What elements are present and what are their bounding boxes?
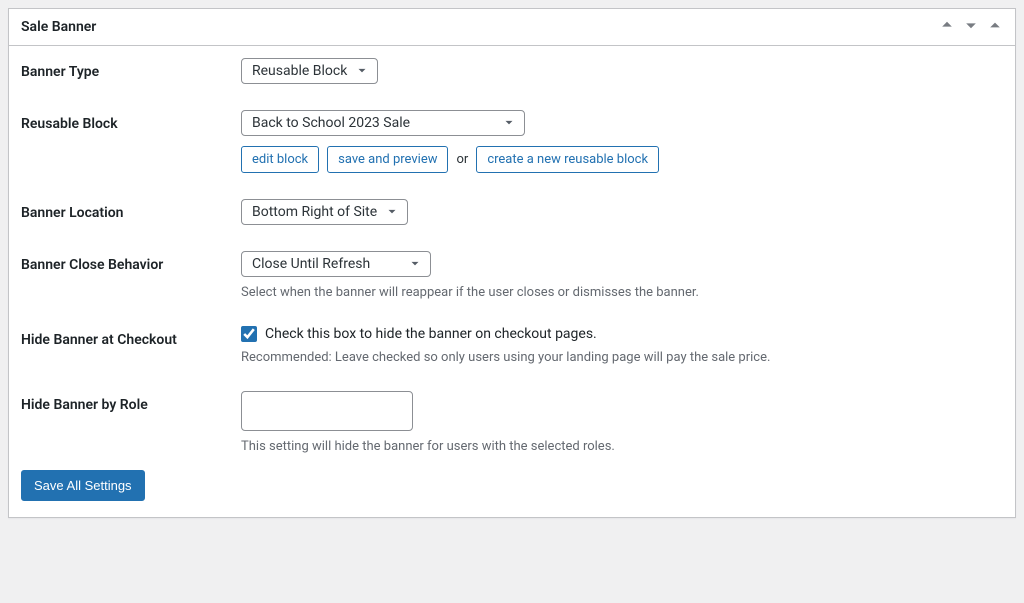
hide-banner-checkout-row: Hide Banner at Checkout Check this box t…	[21, 326, 1003, 365]
banner-location-select[interactable]: Bottom Right of Site	[241, 199, 408, 225]
or-text: or	[456, 152, 468, 167]
banner-location-value: Bottom Right of Site	[252, 204, 377, 220]
reusable-block-actions: edit block save and preview or create a …	[241, 146, 1003, 173]
hide-banner-checkout-label: Hide Banner at Checkout	[21, 326, 241, 348]
banner-type-select[interactable]: Reusable Block	[241, 58, 378, 84]
banner-location-label: Banner Location	[21, 199, 241, 221]
hide-banner-role-input[interactable]	[241, 391, 413, 431]
hide-banner-checkout-checkbox[interactable]	[241, 326, 257, 342]
chevron-down-icon	[408, 257, 422, 271]
panel-header: Sale Banner	[9, 9, 1015, 46]
create-new-reusable-block-button[interactable]: create a new reusable block	[476, 146, 659, 173]
save-all-settings-button[interactable]: Save All Settings	[21, 470, 145, 501]
banner-type-value: Reusable Block	[252, 63, 347, 79]
reusable-block-content: Back to School 2023 Sale edit block save…	[241, 110, 1003, 173]
banner-type-row: Banner Type Reusable Block	[21, 58, 1003, 84]
banner-location-content: Bottom Right of Site	[241, 199, 1003, 225]
hide-banner-role-content: This setting will hide the banner for us…	[241, 391, 1003, 454]
panel-title: Sale Banner	[21, 19, 96, 35]
reusable-block-label: Reusable Block	[21, 110, 241, 132]
sale-banner-panel: Sale Banner Banner Type Reusable Block	[8, 8, 1016, 518]
hide-banner-role-row: Hide Banner by Role This setting will hi…	[21, 391, 1003, 454]
panel-header-controls	[939, 17, 1003, 37]
move-down-icon[interactable]	[963, 17, 979, 37]
hide-banner-role-label: Hide Banner by Role	[21, 391, 241, 413]
hide-banner-checkout-checkbox-label: Check this box to hide the banner on che…	[265, 326, 597, 342]
banner-type-label: Banner Type	[21, 58, 241, 80]
banner-location-row: Banner Location Bottom Right of Site	[21, 199, 1003, 225]
chevron-down-icon	[355, 64, 369, 78]
hide-banner-checkout-checkbox-row: Check this box to hide the banner on che…	[241, 326, 1003, 342]
banner-close-behavior-content: Close Until Refresh Select when the bann…	[241, 251, 1003, 300]
hide-banner-checkout-description: Recommended: Leave checked so only users…	[241, 350, 1003, 365]
reusable-block-select[interactable]: Back to School 2023 Sale	[241, 110, 525, 136]
hide-banner-checkout-content: Check this box to hide the banner on che…	[241, 326, 1003, 365]
banner-close-behavior-value: Close Until Refresh	[252, 256, 370, 272]
reusable-block-value: Back to School 2023 Sale	[252, 115, 410, 131]
save-and-preview-button[interactable]: save and preview	[327, 146, 448, 173]
banner-close-behavior-description: Select when the banner will reappear if …	[241, 285, 1003, 300]
panel-body: Banner Type Reusable Block Reusable Bloc…	[9, 46, 1015, 517]
banner-close-behavior-row: Banner Close Behavior Close Until Refres…	[21, 251, 1003, 300]
move-up-icon[interactable]	[939, 17, 955, 37]
chevron-down-icon	[385, 205, 399, 219]
chevron-down-icon	[502, 116, 516, 130]
reusable-block-row: Reusable Block Back to School 2023 Sale …	[21, 110, 1003, 173]
banner-type-content: Reusable Block	[241, 58, 1003, 84]
banner-close-behavior-label: Banner Close Behavior	[21, 251, 241, 273]
banner-close-behavior-select[interactable]: Close Until Refresh	[241, 251, 431, 277]
hide-banner-role-description: This setting will hide the banner for us…	[241, 439, 1003, 454]
edit-block-button[interactable]: edit block	[241, 146, 319, 173]
toggle-panel-icon[interactable]	[987, 17, 1003, 37]
